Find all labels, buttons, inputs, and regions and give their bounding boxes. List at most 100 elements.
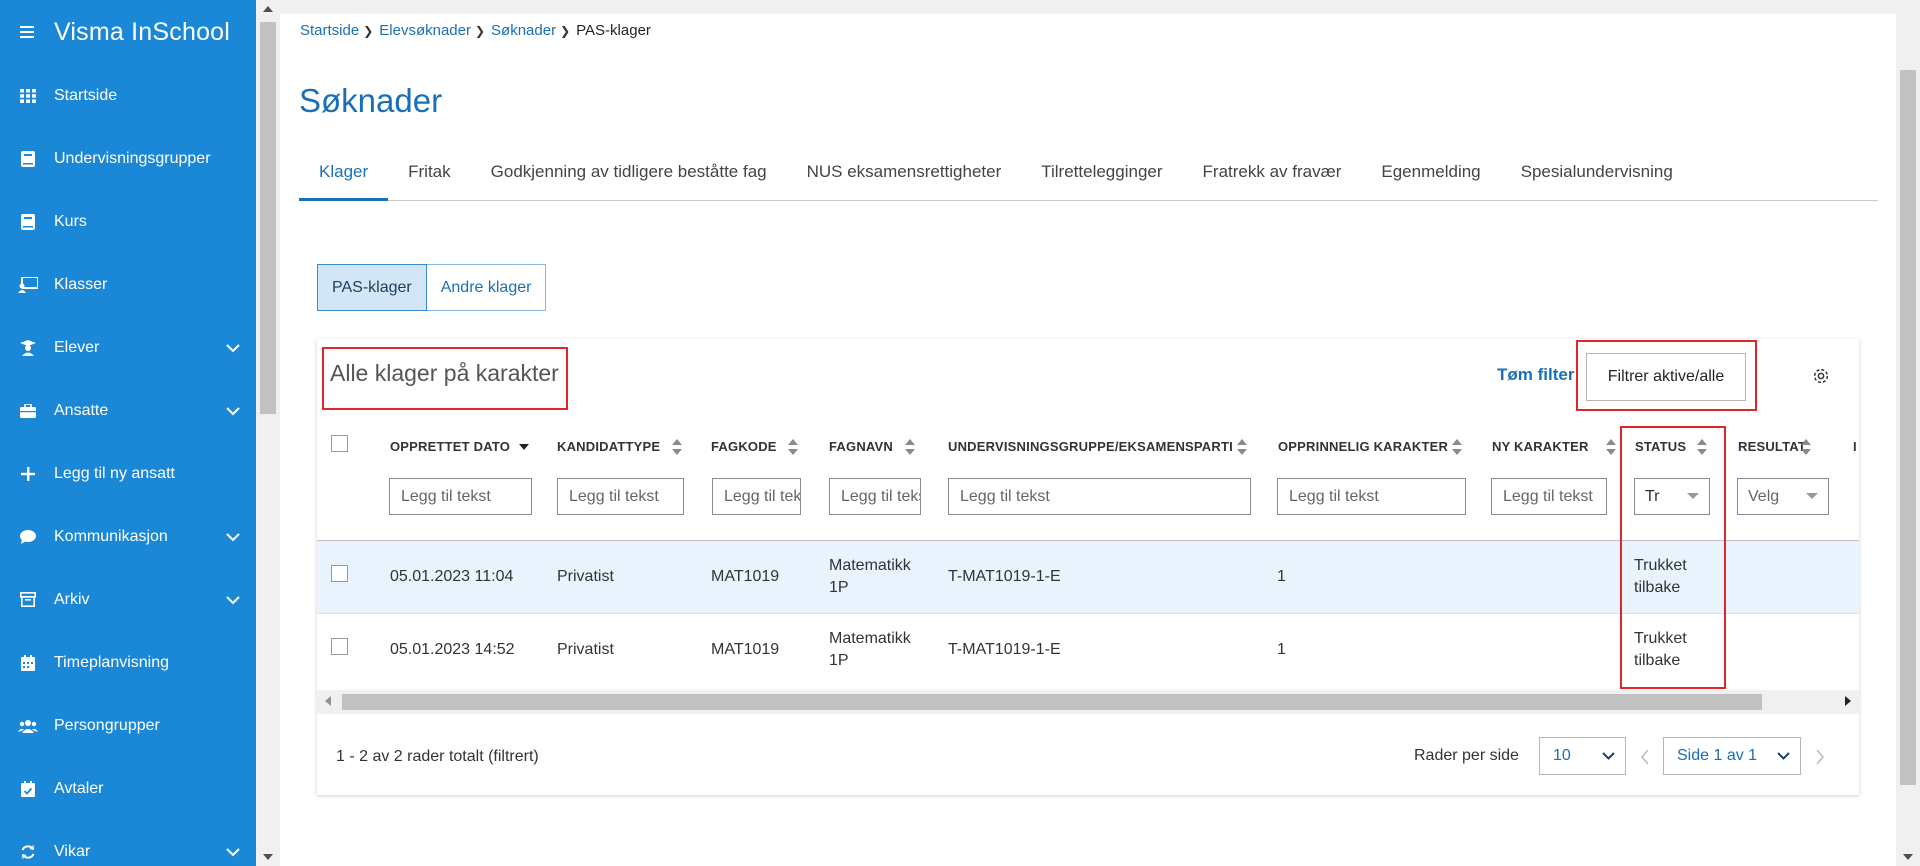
filter-select-resultat[interactable]: Velg bbox=[1737, 478, 1829, 515]
page-select[interactable]: Side 1 av 1 bbox=[1663, 737, 1801, 775]
previous-page-icon[interactable] bbox=[1640, 749, 1650, 765]
breadcrumb-link-elevsoknader[interactable]: Elevsøknader bbox=[379, 22, 471, 39]
cell-orig-grade: 1 bbox=[1277, 641, 1286, 658]
page-value: Side 1 av 1 bbox=[1677, 747, 1758, 764]
select-all-checkbox[interactable] bbox=[331, 435, 348, 452]
tab-fratrekk-av-fravaer[interactable]: Fratrekk av fravær bbox=[1183, 152, 1362, 200]
filter-input-opprettet-dato[interactable] bbox=[389, 478, 532, 515]
chevron-down-icon bbox=[226, 529, 240, 547]
row-checkbox[interactable] bbox=[331, 638, 348, 655]
cell-group: T-MAT1019-1-E bbox=[948, 568, 1061, 585]
complaints-table: OPPRETTET DATO KANDIDATTYPE FAGKODE FAGN… bbox=[317, 425, 1859, 775]
sort-desc-icon[interactable] bbox=[519, 444, 529, 450]
sort-icon[interactable] bbox=[1452, 439, 1462, 455]
filter-input-fagkode[interactable] bbox=[712, 478, 801, 515]
subtab-andre-klager[interactable]: Andre klager bbox=[426, 264, 547, 311]
sort-icon[interactable] bbox=[788, 439, 798, 455]
column-header-opprettet-dato[interactable]: OPPRETTET DATO bbox=[390, 439, 510, 454]
breadcrumb-link-soknader[interactable]: Søknader bbox=[491, 22, 556, 39]
scroll-left-arrow-icon[interactable] bbox=[325, 696, 331, 706]
tab-egenmelding[interactable]: Egenmelding bbox=[1361, 152, 1500, 200]
sort-icon[interactable] bbox=[672, 439, 682, 455]
sidebar-item-persongrupper[interactable]: Persongrupper bbox=[0, 694, 256, 757]
cell-type: Privatist bbox=[557, 641, 614, 658]
scrollbar-thumb[interactable] bbox=[260, 22, 276, 414]
sidebar-scrollbar[interactable] bbox=[256, 0, 280, 866]
scroll-right-arrow-icon[interactable] bbox=[1845, 696, 1851, 706]
row-checkbox[interactable] bbox=[331, 565, 348, 582]
breadcrumb-link-startside[interactable]: Startside bbox=[300, 22, 359, 39]
briefcase-icon bbox=[18, 401, 38, 421]
tab-godkjenning[interactable]: Godkjenning av tidligere beståtte fag bbox=[471, 152, 787, 200]
book-icon bbox=[18, 149, 38, 169]
tab-klager[interactable]: Klager bbox=[299, 152, 389, 201]
refresh-icon bbox=[18, 842, 38, 862]
sidebar-item-label: Kurs bbox=[54, 212, 87, 230]
column-header-kandidattype[interactable]: KANDIDATTYPE bbox=[557, 439, 660, 454]
cell-subject: Matematikk 1P bbox=[829, 555, 919, 599]
filter-input-fagnavn[interactable] bbox=[829, 478, 921, 515]
scrollbar-thumb[interactable] bbox=[342, 694, 1762, 710]
column-header-resultat[interactable]: RESULTAT bbox=[1738, 439, 1806, 454]
column-header-fagnavn[interactable]: FAGNAVN bbox=[829, 439, 893, 454]
plus-icon bbox=[18, 464, 38, 484]
scrollbar-thumb[interactable] bbox=[1900, 70, 1916, 785]
sidebar-item-elever[interactable]: Elever bbox=[0, 316, 256, 379]
sidebar-item-label: Arkiv bbox=[54, 590, 90, 608]
sidebar-item-startside[interactable]: Startside bbox=[0, 64, 256, 127]
scroll-up-arrow-icon[interactable] bbox=[263, 6, 273, 12]
sidebar-item-label: Klasser bbox=[54, 275, 108, 293]
result-filter-value: Velg bbox=[1748, 487, 1780, 505]
annotation-box-status-column bbox=[1620, 426, 1726, 689]
sidebar-item-label: Ansatte bbox=[54, 401, 109, 419]
sidebar-item-avtaler[interactable]: Avtaler bbox=[0, 757, 256, 820]
rows-per-page-select[interactable]: 10 bbox=[1539, 737, 1626, 775]
sidebar: Visma InSchool Startside Undervisningsgr… bbox=[0, 0, 256, 866]
clear-filter-link[interactable]: Tøm filter bbox=[1497, 365, 1574, 385]
sidebar-item-label: Undervisningsgrupper bbox=[54, 149, 211, 167]
column-header-ny-karakter[interactable]: NY KARAKTER bbox=[1492, 439, 1589, 454]
tab-nus-eksamensrettigheter[interactable]: NUS eksamensrettigheter bbox=[787, 152, 1022, 200]
filter-input-opprinnelig-karakter[interactable] bbox=[1277, 478, 1466, 515]
sidebar-item-label: Elever bbox=[54, 338, 100, 356]
page-title: Søknader bbox=[299, 82, 443, 119]
column-header-opprinnelig-karakter[interactable]: OPPRINNELIG KARAKTER bbox=[1278, 439, 1448, 454]
sidebar-item-legg-til-ny-ansatt[interactable]: Legg til ny ansatt bbox=[0, 442, 256, 505]
cell-type: Privatist bbox=[557, 568, 614, 585]
sidebar-header: Visma InSchool bbox=[0, 0, 256, 64]
sidebar-item-vikar[interactable]: Vikar bbox=[0, 820, 256, 866]
chevron-right-icon: ❯ bbox=[474, 23, 486, 38]
page-scrollbar[interactable] bbox=[1896, 0, 1920, 866]
tab-spesialundervisning[interactable]: Spesialundervisning bbox=[1501, 152, 1693, 200]
subtab-pas-klager[interactable]: PAS-klager bbox=[317, 264, 427, 311]
sidebar-item-undervisningsgrupper[interactable]: Undervisningsgrupper bbox=[0, 127, 256, 190]
column-header-undervisningsgruppe[interactable]: UNDERVISNINGSGRUPPE/EKSAMENSPARTI bbox=[948, 439, 1233, 454]
sort-icon[interactable] bbox=[905, 439, 915, 455]
filter-input-kandidattype[interactable] bbox=[557, 478, 684, 515]
chevron-right-icon: ❯ bbox=[560, 23, 571, 38]
sidebar-item-arkiv[interactable]: Arkiv bbox=[0, 568, 256, 631]
sidebar-item-klasser[interactable]: Klasser bbox=[0, 253, 256, 316]
filter-input-ny-karakter[interactable] bbox=[1491, 478, 1607, 515]
tab-tilrettelegginger[interactable]: Tilrettelegginger bbox=[1021, 152, 1182, 200]
sidebar-item-kommunikasjon[interactable]: Kommunikasjon bbox=[0, 505, 256, 568]
filter-input-undervisningsgruppe[interactable] bbox=[948, 478, 1251, 515]
sidebar-item-ansatte[interactable]: Ansatte bbox=[0, 379, 256, 442]
sidebar-item-kurs[interactable]: Kurs bbox=[0, 190, 256, 253]
scroll-down-arrow-icon[interactable] bbox=[1903, 854, 1913, 860]
cell-date: 05.01.2023 14:52 bbox=[390, 641, 515, 658]
chevron-down-icon bbox=[226, 403, 240, 421]
sort-icon[interactable] bbox=[1801, 439, 1811, 455]
sidebar-item-timeplanvisning[interactable]: Timeplanvisning bbox=[0, 631, 256, 694]
sort-icon[interactable] bbox=[1237, 439, 1247, 455]
sort-icon[interactable] bbox=[1606, 439, 1616, 455]
grid-icon bbox=[18, 86, 38, 106]
archive-icon bbox=[18, 590, 38, 610]
gear-icon[interactable] bbox=[1812, 367, 1830, 390]
menu-icon[interactable] bbox=[20, 26, 34, 38]
tab-fritak[interactable]: Fritak bbox=[388, 152, 471, 200]
scroll-down-arrow-icon[interactable] bbox=[263, 854, 273, 860]
next-page-icon[interactable] bbox=[1815, 749, 1825, 765]
column-header-fagkode[interactable]: FAGKODE bbox=[711, 439, 777, 454]
table-horizontal-scrollbar[interactable] bbox=[317, 690, 1859, 714]
